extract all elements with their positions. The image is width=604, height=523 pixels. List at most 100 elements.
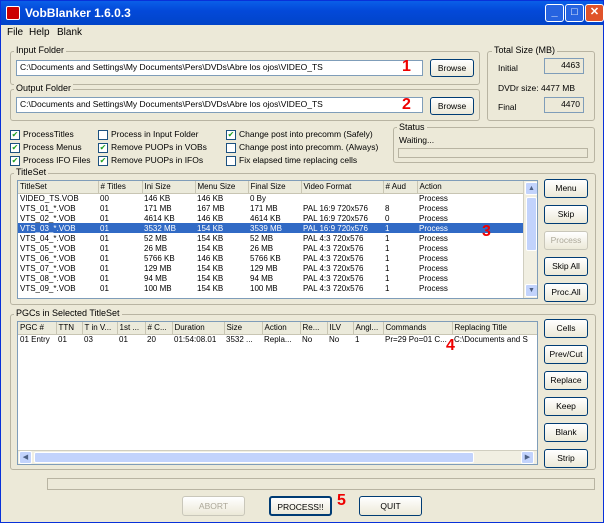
option-process-ifo-files[interactable]: ✔ Process IFO Files <box>10 155 91 166</box>
titleset-proc-all-button[interactable]: Proc.All <box>544 283 588 302</box>
process-button[interactable]: PROCESS!! <box>269 496 332 516</box>
column-header[interactable]: TTN <box>56 322 83 335</box>
pgcs-table[interactable]: PGC # TTN T in V... 1st ... # C... Duration Si… <box>17 321 538 465</box>
column-header[interactable]: Duration <box>172 322 225 335</box>
column-header[interactable]: Commands <box>383 322 453 335</box>
option-process-in-input-folder[interactable]: Process in Input Folder <box>98 129 198 140</box>
table-row[interactable]: VTS_06_*.VOB 01 5766 KB 146 KB 5766 KB PAL 4:… <box>18 253 524 263</box>
hscroll-thumb[interactable] <box>34 452 474 463</box>
table-row[interactable]: VTS_03_*.VOB 01 3532 MB 154 KB 3539 MB PAL 16… <box>18 223 524 233</box>
column-header[interactable]: # Titles <box>98 181 143 194</box>
checkbox-icon[interactable]: ✔ <box>98 142 108 153</box>
menu-blank[interactable]: Blank <box>57 27 82 38</box>
checkbox-icon[interactable] <box>226 142 236 153</box>
table-row[interactable]: VTS_08_*.VOB 01 94 MB 154 KB 94 MB PAL 4:3 72… <box>18 273 524 283</box>
initial-label: Initial <box>498 63 518 73</box>
scroll-left-icon[interactable]: ◀ <box>19 451 32 464</box>
menu-file[interactable]: File <box>7 27 23 38</box>
table-row[interactable]: VTS_05_*.VOB 01 26 MB 154 KB 26 MB PAL 4:3 72… <box>18 243 524 253</box>
column-header[interactable]: Menu Size <box>195 181 249 194</box>
pgcs-blank-button[interactable]: Blank <box>544 423 588 442</box>
table-cell: PAL 4:3 720x576 <box>303 253 364 263</box>
option-processtitles[interactable]: ✔ ProcessTitles <box>10 129 74 140</box>
checkbox-icon[interactable] <box>226 155 236 166</box>
table-cell: 154 KB <box>197 273 224 283</box>
pgcs-prev-cut-button[interactable]: Prev/Cut <box>544 345 588 364</box>
table-row[interactable]: VTS_02_*.VOB 01 4614 KB 146 KB 4614 KB PAL 16… <box>18 213 524 223</box>
pgcs-replace-button[interactable]: Replace <box>544 371 588 390</box>
table-row[interactable]: 01 Entry 01 03 01 20 01:54:08.01 3532 ... Repla… <box>18 334 537 344</box>
column-header[interactable]: # Aud <box>383 181 418 194</box>
table-cell: 26 MB <box>250 243 274 253</box>
checkbox-icon[interactable]: ✔ <box>10 142 20 153</box>
output-folder-field[interactable]: C:\Documents and Settings\My Documents\P… <box>16 97 423 113</box>
column-header[interactable]: Video Format <box>301 181 384 194</box>
table-cell: 0 By <box>250 193 267 203</box>
pgcs-hscrollbar[interactable]: ◀ ▶ <box>18 450 537 464</box>
option-fix-elapsed-time-replacing-cells[interactable]: Fix elapsed time replacing cells <box>226 155 357 166</box>
pgcs-cells-button[interactable]: Cells <box>544 319 588 338</box>
table-cell: 20 <box>147 334 156 344</box>
checkbox-icon[interactable]: ✔ <box>226 129 236 140</box>
column-header[interactable]: ILV <box>327 322 354 335</box>
scroll-down-icon[interactable]: ▼ <box>525 284 537 297</box>
quit-button[interactable]: QUIT <box>359 496 422 516</box>
titleset-skip-all-button[interactable]: Skip All <box>544 257 588 276</box>
table-cell: Process <box>419 283 448 293</box>
table-row[interactable]: VTS_01_*.VOB 01 171 MB 167 MB 171 MB PAL 16:9… <box>18 203 524 213</box>
input-browse-button[interactable]: Browse <box>430 59 474 77</box>
option-remove-puops-in-vobs[interactable]: ✔ Remove PUOPs in VOBs <box>98 142 207 153</box>
title-bar[interactable]: VobBlanker 1.6.0.3 _ □ ✕ <box>1 1 604 25</box>
option-change-post-into-precomm-always-[interactable]: Change post into precomm. (Always) <box>226 142 378 153</box>
titleset-process-button[interactable]: Process <box>544 231 588 250</box>
column-header[interactable]: Size <box>224 322 263 335</box>
column-header[interactable]: Ini Size <box>142 181 196 194</box>
checkbox-icon[interactable]: ✔ <box>10 155 20 166</box>
column-header[interactable]: T in V... <box>82 322 118 335</box>
output-browse-button[interactable]: Browse <box>430 97 474 115</box>
checkbox-icon[interactable]: ✔ <box>10 129 20 140</box>
option-label: Fix elapsed time replacing cells <box>239 155 358 165</box>
pgcs-keep-button[interactable]: Keep <box>544 397 588 416</box>
option-remove-puops-in-ifos[interactable]: ✔ Remove PUOPs in IFOs <box>98 155 203 166</box>
column-header[interactable]: Final Size <box>248 181 302 194</box>
table-cell: 5766 KB <box>250 253 281 263</box>
table-row[interactable]: VIDEO_TS.VOB 00 146 KB 146 KB 0 By Process <box>18 193 524 203</box>
scroll-right-icon[interactable]: ▶ <box>521 451 534 464</box>
table-cell: Process <box>419 253 448 263</box>
titleset-table[interactable]: TitleSet # Titles Ini Size Menu Size Final S… <box>17 180 538 299</box>
titleset-menu-button[interactable]: Menu <box>544 179 588 198</box>
table-row[interactable]: VTS_04_*.VOB 01 52 MB 154 KB 52 MB PAL 4:3 72… <box>18 233 524 243</box>
table-row[interactable]: VTS_07_*.VOB 01 129 MB 154 KB 129 MB PAL 4:3 … <box>18 263 524 273</box>
option-label: Change post into precomm (Safely) <box>239 129 373 139</box>
input-folder-field[interactable]: C:\Documents and Settings\My Documents\P… <box>16 60 423 76</box>
column-header[interactable]: PGC # <box>18 322 57 335</box>
option-process-menus[interactable]: ✔ Process Menus <box>10 142 82 153</box>
column-header[interactable]: # C... <box>145 322 173 335</box>
total-size-label: Total Size (MB) <box>492 45 558 55</box>
column-header[interactable]: Action <box>262 322 301 335</box>
scroll-thumb[interactable] <box>526 197 537 251</box>
table-cell: VTS_07_*.VOB <box>20 263 76 273</box>
table-cell: VTS_03_*.VOB <box>18 223 98 233</box>
checkbox-icon[interactable] <box>98 129 108 140</box>
checkbox-icon[interactable]: ✔ <box>98 155 108 166</box>
column-header[interactable]: 1st ... <box>117 322 146 335</box>
abort-button[interactable]: ABORT <box>182 496 245 516</box>
pgcs-strip-button[interactable]: Strip <box>544 449 588 468</box>
column-header[interactable]: Action <box>417 181 525 194</box>
option-change-post-into-precomm-safely-[interactable]: ✔ Change post into precomm (Safely) <box>226 129 373 140</box>
column-header[interactable]: Angl... <box>353 322 384 335</box>
titleset-skip-button[interactable]: Skip <box>544 205 588 224</box>
scroll-up-icon[interactable]: ▲ <box>525 182 537 195</box>
table-row[interactable]: VTS_09_*.VOB 01 100 MB 154 KB 100 MB PAL 4:3 … <box>18 283 524 293</box>
minimize-button[interactable]: _ <box>545 4 564 22</box>
menu-help[interactable]: Help <box>29 27 50 38</box>
column-header[interactable]: Replacing Title <box>452 322 537 335</box>
column-header[interactable]: Re... <box>300 322 328 335</box>
column-header[interactable]: TitleSet <box>18 181 99 194</box>
table-cell: 146 KB <box>197 193 224 203</box>
close-button[interactable]: ✕ <box>585 4 604 22</box>
maximize-button[interactable]: □ <box>565 4 584 22</box>
titleset-scrollbar[interactable]: ▲ ▼ <box>523 181 537 298</box>
